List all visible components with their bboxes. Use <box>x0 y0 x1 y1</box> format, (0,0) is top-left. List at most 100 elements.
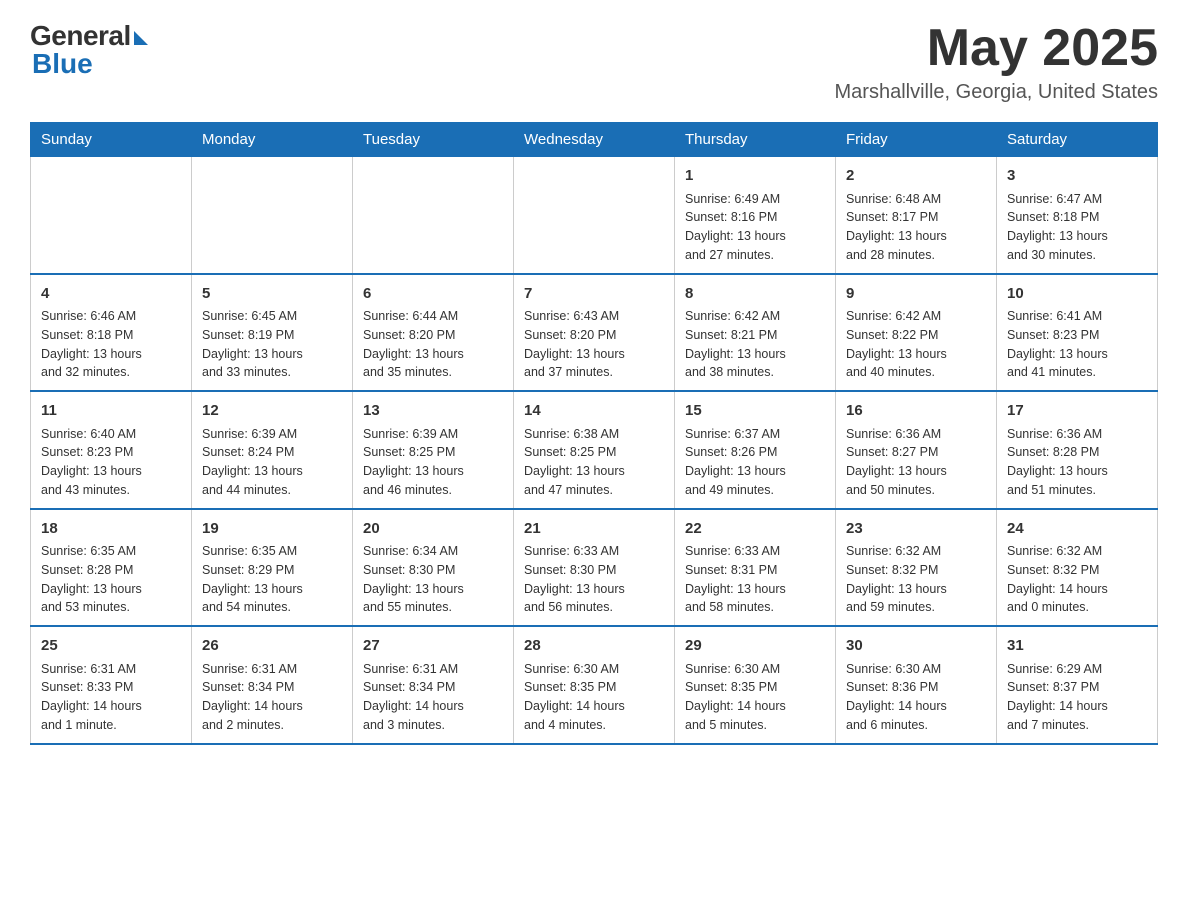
day-number: 13 <box>363 400 503 423</box>
calendar-cell: 22Sunrise: 6:33 AM Sunset: 8:31 PM Dayli… <box>675 509 836 627</box>
calendar-cell: 19Sunrise: 6:35 AM Sunset: 8:29 PM Dayli… <box>192 509 353 627</box>
day-number: 17 <box>1007 400 1147 423</box>
day-info: Sunrise: 6:37 AM Sunset: 8:26 PM Dayligh… <box>685 425 825 500</box>
calendar-header-monday: Monday <box>192 123 353 157</box>
month-year-title: May 2025 <box>835 20 1158 77</box>
day-info: Sunrise: 6:32 AM Sunset: 8:32 PM Dayligh… <box>1007 542 1147 617</box>
day-info: Sunrise: 6:45 AM Sunset: 8:19 PM Dayligh… <box>202 307 342 382</box>
day-number: 31 <box>1007 635 1147 658</box>
day-info: Sunrise: 6:31 AM Sunset: 8:33 PM Dayligh… <box>41 660 181 735</box>
calendar-cell: 8Sunrise: 6:42 AM Sunset: 8:21 PM Daylig… <box>675 274 836 392</box>
calendar-cell: 14Sunrise: 6:38 AM Sunset: 8:25 PM Dayli… <box>514 391 675 509</box>
day-number: 18 <box>41 518 181 541</box>
calendar-cell: 3Sunrise: 6:47 AM Sunset: 8:18 PM Daylig… <box>997 157 1158 274</box>
day-info: Sunrise: 6:43 AM Sunset: 8:20 PM Dayligh… <box>524 307 664 382</box>
day-info: Sunrise: 6:48 AM Sunset: 8:17 PM Dayligh… <box>846 190 986 265</box>
calendar-cell: 18Sunrise: 6:35 AM Sunset: 8:28 PM Dayli… <box>31 509 192 627</box>
day-number: 3 <box>1007 165 1147 188</box>
logo-blue-text: Blue <box>30 48 93 80</box>
day-info: Sunrise: 6:30 AM Sunset: 8:36 PM Dayligh… <box>846 660 986 735</box>
day-number: 14 <box>524 400 664 423</box>
day-info: Sunrise: 6:38 AM Sunset: 8:25 PM Dayligh… <box>524 425 664 500</box>
calendar-cell: 2Sunrise: 6:48 AM Sunset: 8:17 PM Daylig… <box>836 157 997 274</box>
calendar-cell: 21Sunrise: 6:33 AM Sunset: 8:30 PM Dayli… <box>514 509 675 627</box>
calendar-cell: 13Sunrise: 6:39 AM Sunset: 8:25 PM Dayli… <box>353 391 514 509</box>
calendar-cell: 20Sunrise: 6:34 AM Sunset: 8:30 PM Dayli… <box>353 509 514 627</box>
calendar-week-row: 1Sunrise: 6:49 AM Sunset: 8:16 PM Daylig… <box>31 157 1158 274</box>
calendar-cell <box>31 157 192 274</box>
calendar-cell: 10Sunrise: 6:41 AM Sunset: 8:23 PM Dayli… <box>997 274 1158 392</box>
logo-arrow-icon <box>134 31 148 45</box>
page-header: General Blue May 2025 Marshallville, Geo… <box>30 20 1158 104</box>
calendar-cell: 9Sunrise: 6:42 AM Sunset: 8:22 PM Daylig… <box>836 274 997 392</box>
location-subtitle: Marshallville, Georgia, United States <box>835 81 1158 104</box>
calendar-cell: 30Sunrise: 6:30 AM Sunset: 8:36 PM Dayli… <box>836 626 997 744</box>
day-number: 21 <box>524 518 664 541</box>
day-info: Sunrise: 6:29 AM Sunset: 8:37 PM Dayligh… <box>1007 660 1147 735</box>
day-info: Sunrise: 6:39 AM Sunset: 8:24 PM Dayligh… <box>202 425 342 500</box>
day-info: Sunrise: 6:39 AM Sunset: 8:25 PM Dayligh… <box>363 425 503 500</box>
day-info: Sunrise: 6:35 AM Sunset: 8:28 PM Dayligh… <box>41 542 181 617</box>
calendar-header-friday: Friday <box>836 123 997 157</box>
day-number: 16 <box>846 400 986 423</box>
day-number: 4 <box>41 283 181 306</box>
calendar-week-row: 25Sunrise: 6:31 AM Sunset: 8:33 PM Dayli… <box>31 626 1158 744</box>
day-info: Sunrise: 6:36 AM Sunset: 8:28 PM Dayligh… <box>1007 425 1147 500</box>
calendar-cell <box>514 157 675 274</box>
day-info: Sunrise: 6:47 AM Sunset: 8:18 PM Dayligh… <box>1007 190 1147 265</box>
calendar-header-row: SundayMondayTuesdayWednesdayThursdayFrid… <box>31 123 1158 157</box>
day-number: 5 <box>202 283 342 306</box>
day-info: Sunrise: 6:32 AM Sunset: 8:32 PM Dayligh… <box>846 542 986 617</box>
calendar-cell: 1Sunrise: 6:49 AM Sunset: 8:16 PM Daylig… <box>675 157 836 274</box>
day-number: 12 <box>202 400 342 423</box>
calendar-cell: 29Sunrise: 6:30 AM Sunset: 8:35 PM Dayli… <box>675 626 836 744</box>
calendar-cell: 12Sunrise: 6:39 AM Sunset: 8:24 PM Dayli… <box>192 391 353 509</box>
day-number: 1 <box>685 165 825 188</box>
day-number: 26 <box>202 635 342 658</box>
day-number: 8 <box>685 283 825 306</box>
calendar-header-saturday: Saturday <box>997 123 1158 157</box>
calendar-header-wednesday: Wednesday <box>514 123 675 157</box>
calendar-cell: 31Sunrise: 6:29 AM Sunset: 8:37 PM Dayli… <box>997 626 1158 744</box>
calendar-cell: 27Sunrise: 6:31 AM Sunset: 8:34 PM Dayli… <box>353 626 514 744</box>
calendar-cell: 4Sunrise: 6:46 AM Sunset: 8:18 PM Daylig… <box>31 274 192 392</box>
calendar-week-row: 4Sunrise: 6:46 AM Sunset: 8:18 PM Daylig… <box>31 274 1158 392</box>
day-info: Sunrise: 6:41 AM Sunset: 8:23 PM Dayligh… <box>1007 307 1147 382</box>
logo: General Blue <box>30 20 148 80</box>
day-info: Sunrise: 6:46 AM Sunset: 8:18 PM Dayligh… <box>41 307 181 382</box>
calendar-cell: 17Sunrise: 6:36 AM Sunset: 8:28 PM Dayli… <box>997 391 1158 509</box>
calendar-cell: 7Sunrise: 6:43 AM Sunset: 8:20 PM Daylig… <box>514 274 675 392</box>
day-info: Sunrise: 6:30 AM Sunset: 8:35 PM Dayligh… <box>524 660 664 735</box>
day-number: 19 <box>202 518 342 541</box>
day-info: Sunrise: 6:40 AM Sunset: 8:23 PM Dayligh… <box>41 425 181 500</box>
day-number: 24 <box>1007 518 1147 541</box>
calendar-week-row: 11Sunrise: 6:40 AM Sunset: 8:23 PM Dayli… <box>31 391 1158 509</box>
calendar-cell: 6Sunrise: 6:44 AM Sunset: 8:20 PM Daylig… <box>353 274 514 392</box>
day-info: Sunrise: 6:36 AM Sunset: 8:27 PM Dayligh… <box>846 425 986 500</box>
calendar-cell: 26Sunrise: 6:31 AM Sunset: 8:34 PM Dayli… <box>192 626 353 744</box>
day-info: Sunrise: 6:42 AM Sunset: 8:22 PM Dayligh… <box>846 307 986 382</box>
day-number: 7 <box>524 283 664 306</box>
day-info: Sunrise: 6:30 AM Sunset: 8:35 PM Dayligh… <box>685 660 825 735</box>
day-number: 29 <box>685 635 825 658</box>
day-number: 9 <box>846 283 986 306</box>
day-number: 2 <box>846 165 986 188</box>
day-info: Sunrise: 6:31 AM Sunset: 8:34 PM Dayligh… <box>363 660 503 735</box>
day-number: 27 <box>363 635 503 658</box>
title-section: May 2025 Marshallville, Georgia, United … <box>835 20 1158 104</box>
calendar-header-tuesday: Tuesday <box>353 123 514 157</box>
day-number: 22 <box>685 518 825 541</box>
day-info: Sunrise: 6:49 AM Sunset: 8:16 PM Dayligh… <box>685 190 825 265</box>
calendar-cell: 11Sunrise: 6:40 AM Sunset: 8:23 PM Dayli… <box>31 391 192 509</box>
day-number: 10 <box>1007 283 1147 306</box>
day-info: Sunrise: 6:34 AM Sunset: 8:30 PM Dayligh… <box>363 542 503 617</box>
calendar-cell: 25Sunrise: 6:31 AM Sunset: 8:33 PM Dayli… <box>31 626 192 744</box>
day-info: Sunrise: 6:31 AM Sunset: 8:34 PM Dayligh… <box>202 660 342 735</box>
calendar-cell: 16Sunrise: 6:36 AM Sunset: 8:27 PM Dayli… <box>836 391 997 509</box>
calendar-cell: 23Sunrise: 6:32 AM Sunset: 8:32 PM Dayli… <box>836 509 997 627</box>
day-number: 23 <box>846 518 986 541</box>
calendar-cell: 28Sunrise: 6:30 AM Sunset: 8:35 PM Dayli… <box>514 626 675 744</box>
calendar-cell <box>353 157 514 274</box>
calendar-week-row: 18Sunrise: 6:35 AM Sunset: 8:28 PM Dayli… <box>31 509 1158 627</box>
calendar-header-thursday: Thursday <box>675 123 836 157</box>
